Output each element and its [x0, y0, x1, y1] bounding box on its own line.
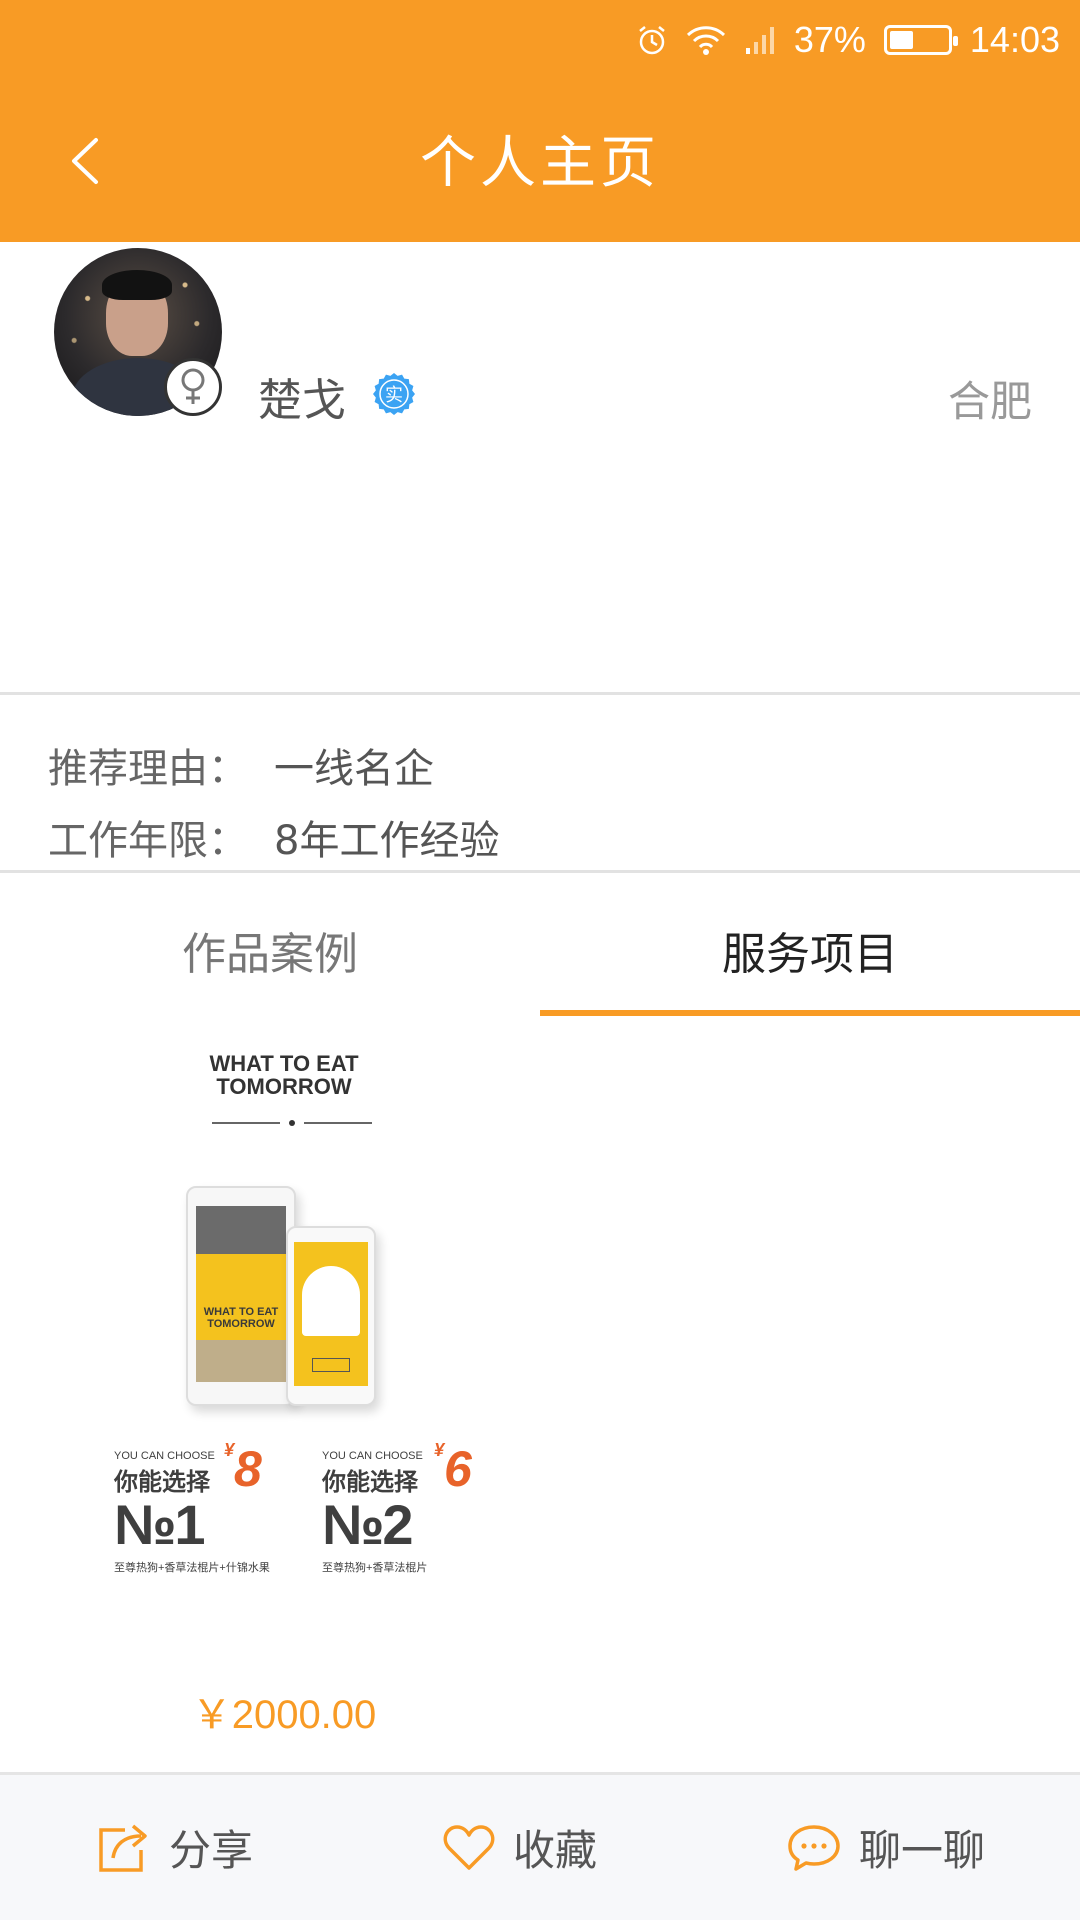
share-icon [99, 1824, 147, 1872]
tablet-screen: WHAT TO EAT TOMORROW [196, 1206, 286, 1382]
alarm-icon [636, 24, 668, 56]
tablet-mockup-small [286, 1226, 376, 1406]
poster-title: WHAT TO EAT TOMORROW [54, 1052, 514, 1098]
signal-icon [744, 24, 776, 56]
work-years-value: 8年工作经验 [274, 818, 500, 864]
battery-percent: 37% [793, 19, 866, 60]
recommend-reason-label: 推荐理由： [48, 746, 248, 792]
tablet-mockup: WHAT TO EAT TOMORROW [186, 1186, 296, 1406]
work-years-label: 工作年限： [48, 818, 248, 864]
choice1-yen: ¥ [224, 1440, 235, 1460]
battery-fill [889, 31, 913, 49]
poster-rule-icon [212, 1120, 372, 1126]
work-years-row: 工作年限： 8年工作经验 [48, 808, 499, 866]
choice2-desc: 至尊热狗+香草法棍片 [322, 1562, 428, 1574]
avatar-hair [102, 270, 172, 300]
recommend-reason-value: 一线名企 [274, 746, 434, 792]
choice2-number: №2 [322, 1493, 414, 1556]
service-price: ￥2000.00 [191, 1693, 377, 1737]
poster-choice-2: YOU CAN CHOOSE 你能选择 №2 至尊热狗+香草法棍片 ¥6 [322, 1440, 492, 1575]
user-name: 楚戈 [258, 375, 346, 426]
wifi-icon [686, 24, 726, 56]
choice1-desc: 至尊热狗+香草法棍片+什锦水果 [114, 1562, 270, 1574]
poster-title-line2: TOMORROW [216, 1074, 352, 1100]
chat-button[interactable]: 聊一聊 [787, 1817, 985, 1878]
tablet-photo-top [196, 1206, 286, 1254]
choice1-price: ¥8 [224, 1440, 262, 1498]
choice1-price-value: 8 [234, 1441, 262, 1497]
choice2-price-value: 6 [444, 1441, 472, 1497]
tab-bar: 作品案例 服务项目 [0, 874, 1080, 1016]
poster-title-line1: WHAT TO EAT [209, 1051, 359, 1076]
divider [0, 870, 1080, 873]
choice2-price: ¥6 [434, 1440, 472, 1498]
chat-bubble-icon [788, 1824, 840, 1871]
page-title: 个人主页 [420, 131, 660, 196]
user-city: 合肥 [947, 377, 1032, 426]
heart-icon [443, 1824, 495, 1870]
female-symbol-icon [164, 358, 222, 416]
choice2-yen: ¥ [434, 1440, 445, 1460]
tablet-small-screen [294, 1242, 368, 1386]
verified-badge-icon: 实 [372, 372, 416, 416]
share-button[interactable]: 分享 [95, 1817, 253, 1878]
verified-badge-text: 实 [385, 385, 403, 406]
app-header: 37% 14:03 个人主页 [0, 0, 1080, 242]
poster-choice-1: YOU CAN CHOOSE 你能选择 №1 至尊热狗+香草法棍片+什锦水果 ¥… [114, 1440, 284, 1575]
favorite-label: 收藏 [512, 1826, 597, 1875]
tablet-small-card [302, 1266, 360, 1336]
choice1-number: №1 [114, 1493, 206, 1556]
status-bar: 37% 14:03 [0, 0, 1080, 80]
tab-services[interactable]: 服务项目 [540, 874, 1080, 1016]
tab-portfolio[interactable]: 作品案例 [0, 874, 540, 1016]
battery-icon [883, 25, 958, 55]
bottom-action-bar: 分享 收藏 聊一聊 [0, 1772, 1080, 1920]
divider [0, 692, 1080, 695]
tablet-small-button [312, 1358, 350, 1372]
status-time: 14:03 [969, 19, 1060, 60]
chat-label: 聊一聊 [858, 1826, 985, 1875]
recommend-reason-row: 推荐理由： 一线名企 [48, 736, 434, 794]
tablet-photo-bottom [196, 1340, 286, 1382]
share-label: 分享 [168, 1826, 253, 1875]
service-item-card[interactable]: WHAT TO EAT TOMORROW WHAT TO EAT TOMORRO… [54, 1030, 514, 1740]
tablet-title: WHAT TO EAT TOMORROW [203, 1306, 279, 1330]
favorite-button[interactable]: 收藏 [443, 1817, 597, 1878]
